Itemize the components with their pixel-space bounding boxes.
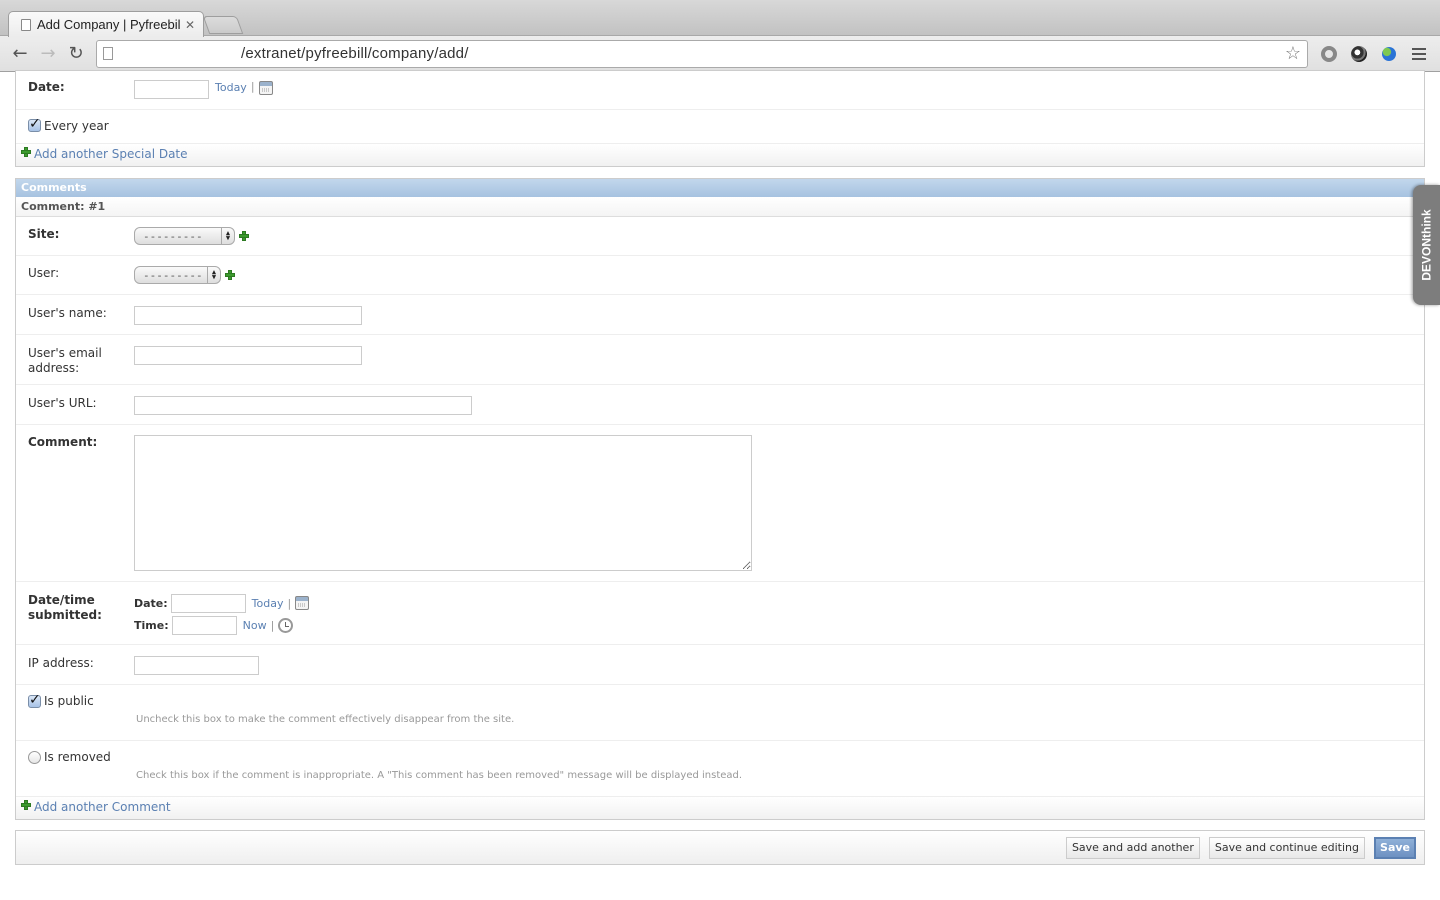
user-url-row: User's URL: — [16, 385, 1424, 425]
every-year-row: Every year — [16, 110, 1424, 144]
is-public-checkbox[interactable] — [28, 692, 41, 708]
separator: | — [287, 596, 292, 610]
save-button[interactable]: Save — [1374, 836, 1416, 859]
browser-toolbar: ← → ↻ /extranet/pyfreebill/company/add/ … — [0, 36, 1440, 72]
devonthink-sidebar-tab[interactable]: DEVONthink — [1413, 185, 1440, 305]
select-arrows-icon: ▲ ▼ — [207, 267, 220, 283]
extension-circle-icon[interactable] — [1314, 40, 1344, 68]
browser-tab[interactable]: Add Company | Pyfreebillin ✕ — [8, 11, 204, 37]
time-sub-label: Time: — [134, 619, 169, 632]
user-email-label: User's email address: — [28, 346, 102, 375]
devonthink-label: DEVONthink — [1419, 209, 1434, 281]
is-public-label: Is public — [44, 694, 94, 708]
ip-row: IP address: — [16, 645, 1424, 685]
date-label: Date: — [28, 80, 65, 94]
tab-title: Add Company | Pyfreebillin — [37, 17, 181, 32]
submitted-date-input[interactable] — [170, 593, 246, 613]
save-and-add-another-button[interactable]: Save and add another — [1065, 836, 1200, 859]
new-tab-button[interactable] — [202, 16, 244, 34]
separator: | — [250, 80, 255, 93]
site-select-value: --------- — [143, 229, 203, 243]
add-comment-row: Add another Comment — [16, 797, 1424, 819]
forward-arrow-icon[interactable]: → — [34, 40, 62, 68]
today-link[interactable]: Today — [215, 81, 247, 94]
site-row: Site: --------- ▲ ▼ — [16, 217, 1424, 256]
plus-icon — [21, 147, 31, 157]
is-public-row: Is public Uncheck this box to make the c… — [16, 685, 1424, 741]
ip-label: IP address: — [28, 656, 94, 670]
add-special-date-row: Add another Special Date — [16, 144, 1424, 166]
user-label: User: — [28, 266, 60, 280]
close-tab-icon[interactable]: ✕ — [185, 18, 195, 32]
comment-label: Comment: — [28, 435, 98, 449]
submitted-time-input[interactable] — [171, 616, 237, 635]
add-another-comment-link[interactable]: Add another Comment — [34, 800, 171, 814]
address-bar[interactable]: /extranet/pyfreebill/company/add/ ☆ — [96, 39, 1308, 68]
submit-row: Save and add another Save and continue e… — [15, 830, 1425, 865]
comments-inline: Comments Comment: #1 Site: --------- ▲ ▼ … — [15, 178, 1425, 820]
site-select[interactable]: --------- ▲ ▼ — [134, 227, 235, 245]
datetime-widget: Date: Today | Time: Now | — [134, 593, 310, 637]
save-and-continue-button[interactable]: Save and continue editing — [1208, 836, 1366, 859]
clock-icon[interactable] — [278, 618, 294, 633]
user-email-row: User's email address: — [16, 335, 1424, 385]
url-text[interactable]: /extranet/pyfreebill/company/add/ — [123, 45, 1285, 62]
is-removed-help-text: Check this box if the comment is inappro… — [136, 770, 743, 781]
every-year-checkbox[interactable] — [28, 116, 41, 132]
site-label: Site: — [28, 227, 60, 241]
submitted-label: Date/time submitted: — [28, 593, 102, 622]
is-removed-label: Is removed — [44, 750, 111, 764]
calendar-icon[interactable] — [258, 81, 273, 95]
extension-snail-icon[interactable] — [1344, 40, 1374, 68]
page-icon — [21, 18, 31, 31]
select-arrows-icon: ▲ ▼ — [221, 228, 234, 244]
comments-header: Comments — [16, 179, 1424, 197]
add-another-special-date-link[interactable]: Add another Special Date — [34, 147, 188, 161]
is-removed-row: Is removed Check this box if the comment… — [16, 741, 1424, 797]
special-date-date-row: Date: Today | — [16, 71, 1424, 110]
ip-address-input[interactable] — [134, 656, 259, 675]
browser-tab-strip: Add Company | Pyfreebillin ✕ — [0, 0, 1440, 37]
separator: | — [270, 619, 275, 632]
plus-icon — [21, 800, 31, 810]
user-name-input[interactable] — [134, 306, 362, 325]
user-name-label: User's name: — [28, 306, 107, 320]
is-removed-checkbox[interactable] — [28, 750, 41, 764]
now-link[interactable]: Now — [243, 619, 267, 632]
page-content: Date: Today | Every year Add another Spe… — [0, 70, 1440, 900]
comment-textarea[interactable] — [134, 435, 752, 571]
is-public-help-text: Uncheck this box to make the comment eff… — [136, 714, 515, 725]
user-select[interactable]: --------- ▲ ▼ — [134, 266, 221, 284]
user-name-row: User's name: — [16, 295, 1424, 335]
special-dates-inline: Date: Today | Every year Add another Spe… — [15, 70, 1425, 167]
user-url-label: User's URL: — [28, 396, 97, 410]
today-link[interactable]: Today — [252, 597, 284, 610]
submitted-row: Date/time submitted: Date: Today | Time:… — [16, 582, 1424, 645]
reload-icon[interactable]: ↻ — [62, 40, 90, 68]
page-icon — [103, 47, 113, 60]
user-email-input[interactable] — [134, 346, 362, 365]
extension-globe-icon[interactable] — [1374, 40, 1404, 68]
bookmark-star-icon[interactable]: ☆ — [1285, 43, 1301, 64]
user-url-input[interactable] — [134, 396, 472, 415]
add-site-plus-icon[interactable] — [239, 231, 249, 241]
special-date-input[interactable] — [134, 80, 209, 99]
calendar-icon[interactable] — [295, 596, 310, 610]
comment-subheader: Comment: #1 — [16, 197, 1424, 217]
back-arrow-icon[interactable]: ← — [6, 40, 34, 68]
user-row: User: --------- ▲ ▼ — [16, 256, 1424, 295]
comment-row: Comment: — [16, 425, 1424, 582]
date-sub-label: Date: — [134, 596, 168, 610]
every-year-label: Every year — [44, 119, 109, 133]
user-select-value: --------- — [143, 268, 203, 282]
add-user-plus-icon[interactable] — [225, 270, 235, 280]
menu-icon[interactable] — [1404, 40, 1434, 68]
